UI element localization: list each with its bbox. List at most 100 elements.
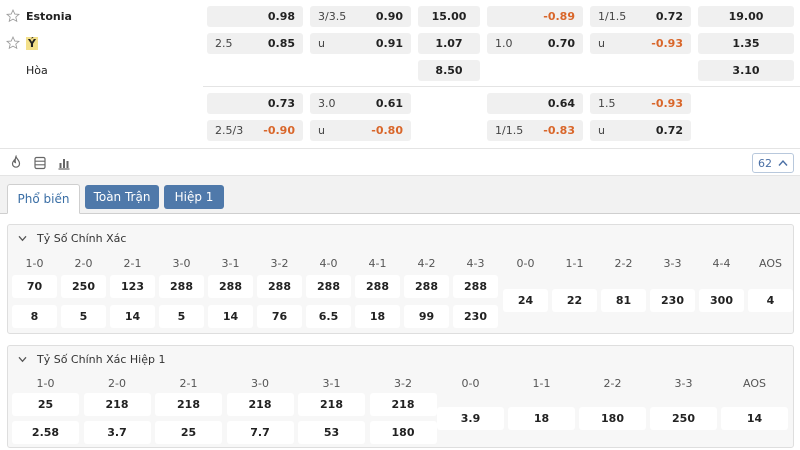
score-odd[interactable]: 250 [650, 407, 717, 430]
odd-cell[interactable]: 1.0 0.70 [487, 33, 583, 54]
score-odd[interactable]: 180 [579, 407, 646, 430]
odd-value: 0.72 [655, 10, 683, 23]
score-odd[interactable]: 288 [208, 275, 253, 298]
score-odd[interactable]: 230 [650, 289, 695, 312]
score-odd[interactable]: 218 [83, 393, 151, 416]
score-odd[interactable]: 18 [355, 305, 400, 328]
odd-line: u [598, 37, 605, 50]
score-odd[interactable]: 76 [257, 305, 302, 328]
market-count-button[interactable]: 62 [752, 153, 794, 173]
score-odd[interactable]: 81 [601, 289, 646, 312]
market-count: 62 [758, 156, 772, 170]
odd-cell[interactable]: 0.98 [207, 6, 303, 27]
score-odd[interactable]: 288 [306, 275, 351, 298]
score-header: 2-2 [614, 257, 633, 270]
score-header: 3-3 [663, 257, 682, 270]
odd-cell[interactable]: u -0.93 [590, 33, 691, 54]
odd-cell[interactable]: 2.5/3 -0.90 [207, 120, 303, 141]
score-odd[interactable]: 3.9 [437, 407, 504, 430]
odd-value: 0.91 [375, 37, 403, 50]
score-odd[interactable]: 14 [721, 407, 788, 430]
star-icon[interactable] [6, 9, 20, 23]
odd-cell[interactable]: 0.73 [207, 93, 303, 114]
odd-cell[interactable]: -0.89 [487, 6, 583, 27]
divider [203, 86, 800, 87]
score-header: AOS [743, 377, 766, 390]
odd-cell[interactable]: u 0.91 [310, 33, 411, 54]
score-odd[interactable]: 7.7 [226, 421, 294, 444]
odd-value: 19.00 [728, 10, 764, 23]
fire-icon[interactable] [8, 155, 24, 171]
score-odd[interactable]: 180 [369, 421, 437, 444]
score-odd[interactable]: 250 [61, 275, 106, 298]
star-icon[interactable] [6, 36, 20, 50]
score-odd[interactable]: 18 [508, 407, 575, 430]
tab-first-half[interactable]: Hiệp 1 [164, 185, 224, 209]
odd-cell[interactable]: 1/1.5 -0.83 [487, 120, 583, 141]
score-odd[interactable]: 8 [12, 305, 57, 328]
score-odd[interactable]: 218 [226, 393, 294, 416]
odd-value: 0.90 [375, 10, 403, 23]
score-header: 4-4 [712, 257, 731, 270]
score-odd[interactable]: 14 [208, 305, 253, 328]
odd-cell[interactable]: 1.5 -0.93 [590, 93, 691, 114]
odd-cell[interactable]: u -0.80 [310, 120, 411, 141]
score-odd[interactable]: 24 [503, 289, 548, 312]
odd-line: 1.0 [495, 37, 513, 50]
correct-score-h1-section: Tỷ Số Chính Xác Hiệp 1 1-0 25 2.58 2-0 218 3.… [7, 345, 794, 448]
chevron-up-icon [778, 159, 788, 166]
score-odd[interactable]: 5 [61, 305, 106, 328]
odd-cell[interactable]: 1.35 [698, 33, 794, 54]
score-odd[interactable]: 288 [355, 275, 400, 298]
score-header: 1-1 [532, 377, 551, 390]
odd-cell[interactable]: 3.0 0.61 [310, 93, 411, 114]
score-odd[interactable]: 5 [159, 305, 204, 328]
score-odd[interactable]: 14 [110, 305, 155, 328]
score-odd[interactable]: 3.7 [83, 421, 151, 444]
score-header: 2-0 [108, 377, 126, 390]
tab-popular[interactable]: Phổ biến [7, 184, 80, 214]
tab-full-match[interactable]: Toàn Trận [85, 185, 159, 209]
odd-line: 1/1.5 [495, 124, 524, 137]
odd-cell[interactable]: 2.5 0.85 [207, 33, 303, 54]
score-odd[interactable]: 2.58 [12, 421, 79, 444]
score-odd[interactable]: 288 [453, 275, 498, 298]
odd-line: u [318, 37, 325, 50]
odd-cell[interactable]: 1/1.5 0.72 [590, 6, 691, 27]
score-header: 4-0 [319, 257, 338, 270]
score-odd[interactable]: 218 [155, 393, 222, 416]
score-odd[interactable]: 25 [155, 421, 222, 444]
score-odd[interactable]: 218 [298, 393, 365, 416]
score-header: 4-2 [417, 257, 436, 270]
odd-cell[interactable]: 8.50 [418, 60, 480, 81]
score-odd[interactable]: 70 [12, 275, 57, 298]
odd-value: 0.70 [547, 37, 575, 50]
score-odd[interactable]: 123 [110, 275, 155, 298]
score-odd[interactable]: 6.5 [306, 305, 351, 328]
section-header[interactable]: Tỷ Số Chính Xác [18, 232, 126, 245]
odd-cell[interactable]: 15.00 [418, 6, 480, 27]
score-odd[interactable]: 218 [369, 393, 437, 416]
score-odd[interactable]: 99 [404, 305, 449, 328]
score-odd[interactable]: 25 [12, 393, 79, 416]
odd-cell[interactable]: 1.07 [418, 33, 480, 54]
odd-cell[interactable]: u 0.72 [590, 120, 691, 141]
section-header[interactable]: Tỷ Số Chính Xác Hiệp 1 [18, 353, 165, 366]
list-icon[interactable] [32, 155, 48, 171]
score-header: 3-1 [322, 377, 341, 390]
score-odd[interactable]: 300 [699, 289, 744, 312]
score-odd[interactable]: 288 [404, 275, 449, 298]
odd-cell[interactable]: 19.00 [698, 6, 794, 27]
odd-value: 0.72 [655, 124, 683, 137]
score-odd[interactable]: 288 [257, 275, 302, 298]
odd-cell[interactable]: 3.10 [698, 60, 794, 81]
score-odd[interactable]: 22 [552, 289, 597, 312]
odd-cell[interactable]: 3/3.5 0.90 [310, 6, 411, 27]
score-odd[interactable]: 288 [159, 275, 204, 298]
score-odd[interactable]: 230 [453, 305, 498, 328]
score-odd[interactable]: 4 [748, 289, 793, 312]
score-odd[interactable]: 53 [298, 421, 365, 444]
odd-cell[interactable]: 0.64 [487, 93, 583, 114]
odd-line: 3.0 [318, 97, 336, 110]
chart-icon[interactable] [56, 155, 72, 171]
